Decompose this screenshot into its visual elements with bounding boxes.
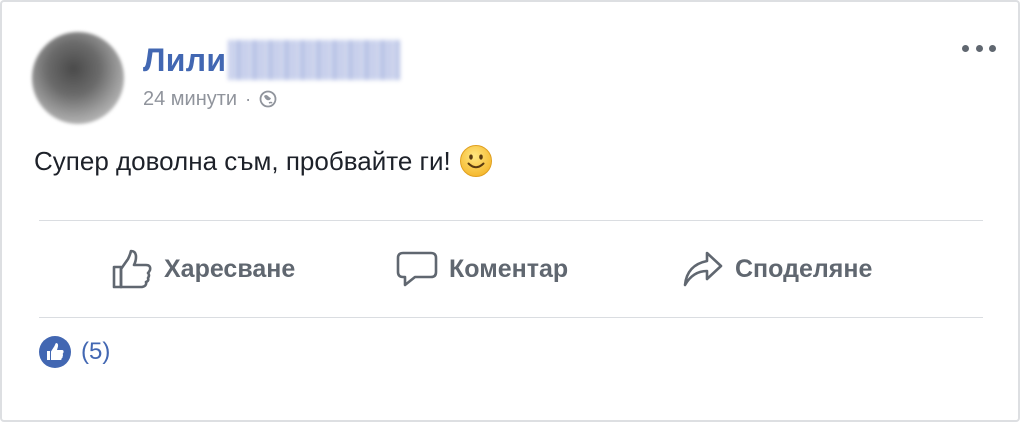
post-meta: 24 минути ·: [143, 86, 277, 112]
comment-bubble-icon: [396, 251, 438, 287]
reactions-summary[interactable]: (5): [39, 335, 110, 369]
like-label: Харесване: [164, 254, 296, 283]
dot-icon: [975, 44, 983, 52]
post-time[interactable]: 24 минути: [143, 88, 237, 111]
action-bar: Харесване Коментар Споделяне: [39, 221, 983, 317]
dot-icon: [989, 44, 996, 52]
share-arrow-icon: [683, 251, 723, 287]
dot-icon: [962, 44, 969, 52]
post-card: Лили 24 минути · Супер доволна съм, проб…: [0, 0, 1020, 422]
redacted-surname: [228, 40, 401, 80]
smiley-emoji-icon: [459, 145, 492, 177]
thumbs-up-icon: [112, 249, 152, 289]
share-label: Споделяне: [735, 254, 873, 283]
post-message: Супер доволна съм, пробвайте ги!: [34, 145, 451, 176]
author-row: Лили: [143, 38, 401, 82]
like-reaction-icon: [39, 336, 71, 368]
reaction-count: (5): [81, 338, 111, 365]
share-button[interactable]: Споделяне: [681, 221, 872, 317]
globe-icon[interactable]: [259, 90, 277, 108]
author-name[interactable]: Лили: [143, 42, 226, 79]
meta-separator: ·: [245, 88, 252, 109]
like-button[interactable]: Харесване: [110, 221, 295, 317]
post-text: Супер доволна съм, пробвайте ги!: [34, 144, 493, 178]
avatar[interactable]: [32, 32, 124, 124]
comment-button[interactable]: Коментар: [395, 221, 568, 317]
divider-bottom: [39, 317, 983, 318]
comment-label: Коментар: [449, 254, 569, 283]
more-options-button[interactable]: [962, 38, 996, 58]
